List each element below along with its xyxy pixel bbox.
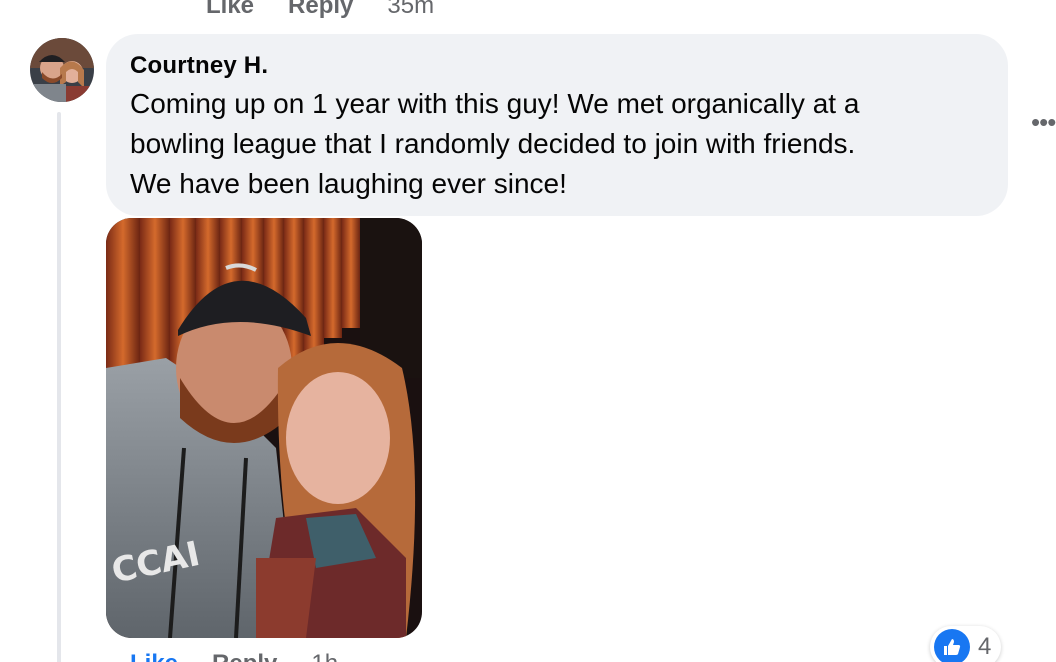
like-link[interactable]: Like bbox=[130, 650, 178, 662]
reaction-count: 4 bbox=[978, 633, 992, 660]
more-options-icon[interactable]: ••• bbox=[1031, 109, 1056, 135]
previous-like-link[interactable]: Like bbox=[206, 0, 254, 20]
comment-author[interactable]: Courtney H. bbox=[130, 50, 984, 82]
comment-thread: Like Reply 35m Courtney H. Coming up on … bbox=[0, 0, 1056, 662]
comment-photo[interactable]: CCAI bbox=[106, 218, 422, 638]
comment-timestamp[interactable]: 1h bbox=[311, 650, 338, 662]
avatar[interactable] bbox=[30, 38, 94, 102]
avatar-image bbox=[30, 38, 94, 102]
comment-bubble: Courtney H. Coming up on 1 year with thi… bbox=[106, 34, 1008, 216]
reply-link[interactable]: Reply bbox=[212, 650, 277, 662]
previous-comment-actions: Like Reply 35m bbox=[206, 0, 434, 20]
comment-text-line: We have been laughing ever since! bbox=[130, 168, 567, 199]
reaction-summary[interactable]: 4 bbox=[930, 626, 1002, 662]
comment-text-line: Coming up on 1 year with this guy! We me… bbox=[130, 88, 860, 119]
comment-text-line: bowling league that I randomly decided t… bbox=[130, 128, 856, 159]
previous-reply-link[interactable]: Reply bbox=[288, 0, 353, 20]
thread-line bbox=[57, 112, 61, 662]
comment-actions: Like Reply 1h bbox=[130, 650, 338, 662]
like-reaction-icon bbox=[934, 629, 970, 662]
comment-text: Coming up on 1 year with this guy! We me… bbox=[130, 84, 970, 204]
couple-selfie-image: CCAI bbox=[106, 218, 422, 638]
previous-comment-timestamp[interactable]: 35m bbox=[387, 0, 434, 20]
